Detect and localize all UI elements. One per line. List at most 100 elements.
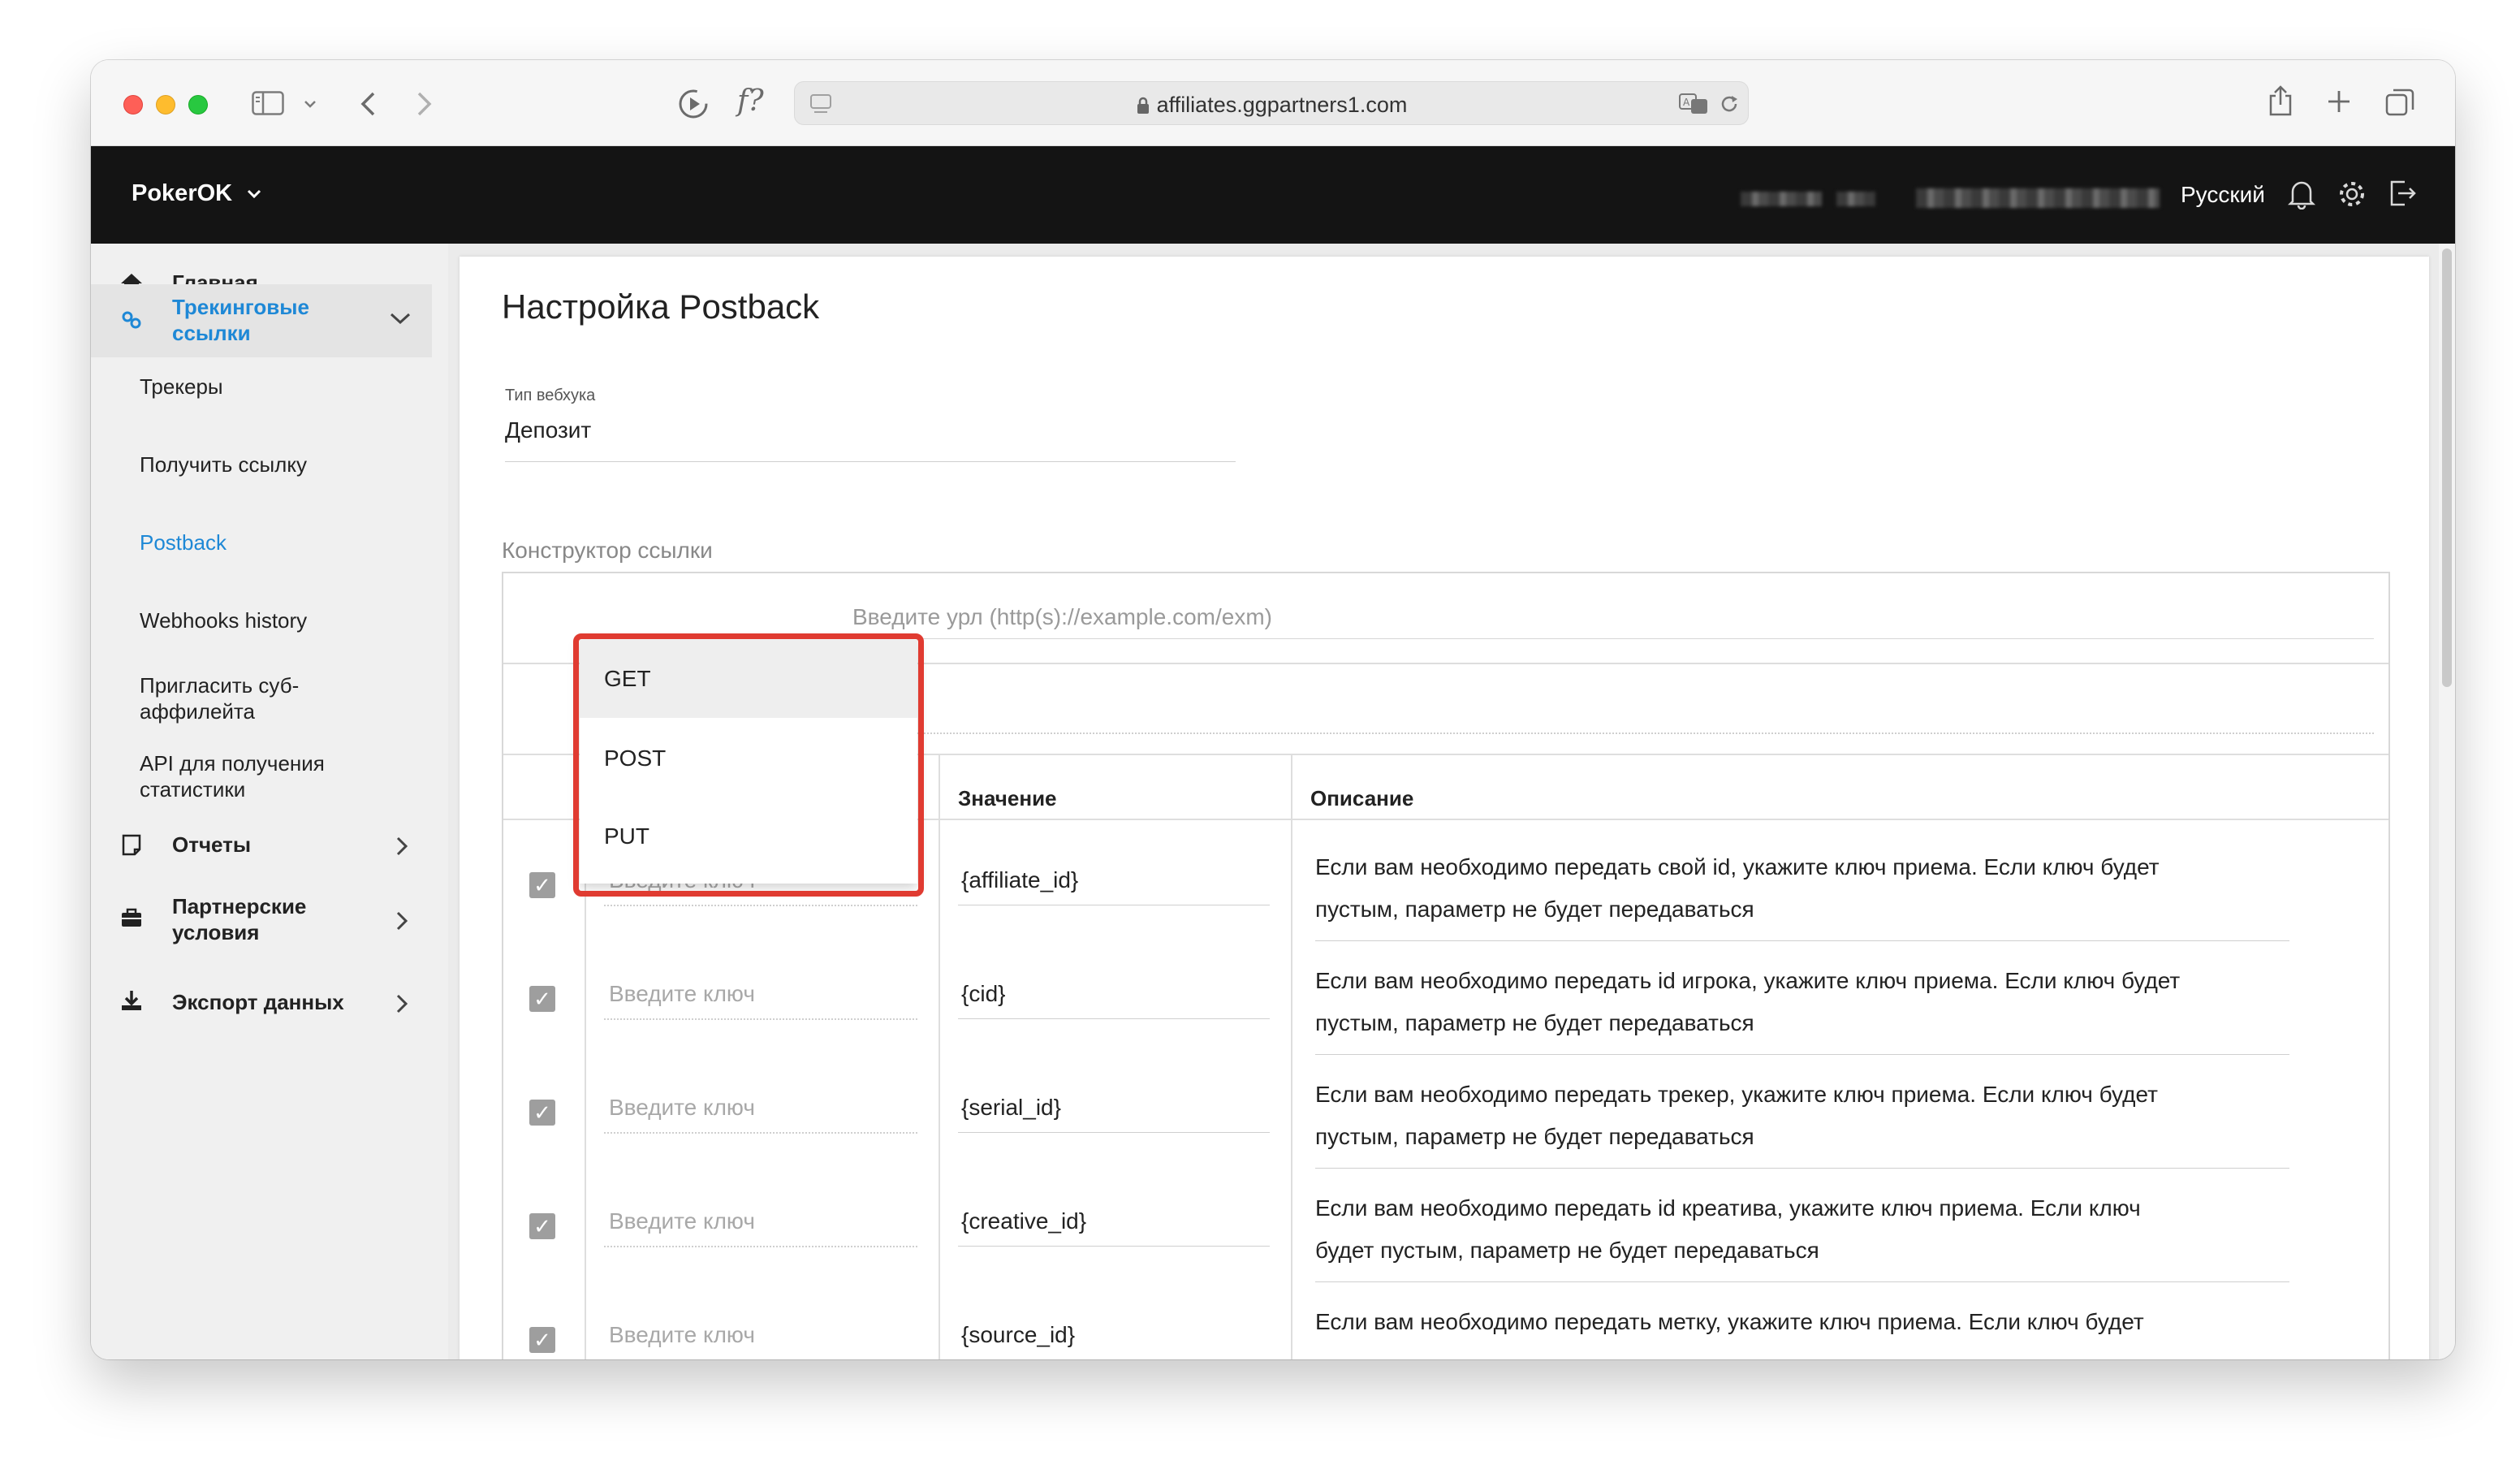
sidebar-subitem-get-link[interactable]: Получить ссылку (140, 452, 408, 478)
key-input-underline (604, 1246, 917, 1247)
param-description: Если вам необходимо передать метку, укаж… (1315, 1309, 2144, 1334)
reader-play-icon[interactable] (677, 88, 710, 120)
sidebar-item-label: Трекинговые ссылки (172, 295, 309, 345)
description-underline (1315, 1168, 2289, 1169)
param-description: Если вам необходимо передать свой id, ук… (1315, 854, 2160, 922)
sidebar-subitem-webhooks-history[interactable]: Webhooks history (140, 607, 408, 633)
svg-text:A: A (1683, 97, 1690, 108)
chevron-right-icon (396, 994, 408, 1013)
param-checkbox[interactable]: ✓ (529, 1327, 555, 1353)
chevron-down-icon (390, 313, 411, 325)
sidebar: Главная Трекинговые ссылки Трекеры Получ… (91, 244, 448, 1359)
sidebar-item-reports[interactable]: Отчеты (91, 830, 432, 862)
param-value: {creative_id} (961, 1208, 1087, 1234)
key-input[interactable]: Введите ключ (609, 1208, 755, 1234)
close-window-button[interactable] (123, 95, 143, 115)
webhook-type-select[interactable]: Депозит (505, 417, 591, 443)
maximize-window-button[interactable] (188, 95, 208, 115)
redacted-balance (1916, 188, 2160, 208)
key-input[interactable]: Введите ключ (609, 981, 755, 1007)
back-icon[interactable] (359, 91, 377, 117)
params-preview-line (852, 732, 2374, 734)
key-input-underline (604, 905, 917, 906)
scrollbar-thumb[interactable] (2442, 248, 2452, 687)
browser-toolbar: f? affiliates.ggpartners1.com A (91, 60, 2455, 146)
description-underline (1315, 940, 2289, 941)
page-title: Настройка Postback (502, 287, 820, 326)
gear-icon[interactable] (2337, 179, 2367, 210)
column-header-description: Описание (1310, 786, 1414, 810)
sidebar-item-label: Партнерские условия (172, 894, 307, 944)
page-scrollbar[interactable] (2439, 244, 2455, 1359)
param-description: Если вам необходимо передать id креатива… (1315, 1195, 2141, 1263)
lock-icon (1137, 97, 1149, 114)
forward-icon[interactable] (416, 91, 434, 117)
sidebar-item-label: Экспорт данных (172, 990, 344, 1014)
key-input[interactable]: Введите ключ (609, 1322, 755, 1348)
briefcase-icon (122, 908, 141, 927)
sidebar-item-tracking-links[interactable]: Трекинговые ссылки (91, 294, 432, 351)
column-divider (939, 755, 940, 1359)
column-divider (1291, 755, 1292, 1359)
column-header-value: Значение (958, 786, 1057, 810)
document-icon (122, 834, 141, 856)
brand-switcher[interactable]: PokerOK (132, 180, 261, 207)
key-input-underline (604, 1132, 917, 1134)
redacted-id (1836, 192, 1875, 206)
key-input[interactable]: Введите ключ (609, 1095, 755, 1121)
webhook-type-underline (505, 461, 1236, 462)
constructor-label: Конструктор ссылки (502, 538, 713, 563)
sidebar-subitem-invite-sub-affiliate[interactable]: Пригласить суб-аффилейта (140, 672, 351, 724)
param-checkbox[interactable]: ✓ (529, 872, 555, 898)
logout-icon[interactable] (2388, 179, 2418, 208)
address-bar[interactable]: affiliates.ggpartners1.com A (794, 81, 1749, 125)
value-underline (958, 1132, 1270, 1133)
chevron-right-icon (396, 911, 408, 931)
sidebar-subitem-stats-api[interactable]: API для получения статистики (140, 750, 367, 802)
param-checkbox[interactable]: ✓ (529, 1213, 555, 1239)
chevron-right-icon (396, 836, 408, 856)
value-underline (958, 1246, 1270, 1247)
param-value: {affiliate_id} (961, 867, 1079, 892)
sidebar-subitem-trackers[interactable]: Трекеры (140, 374, 408, 400)
url-text: affiliates.ggpartners1.com (1156, 93, 1408, 117)
minimize-window-button[interactable] (156, 95, 175, 115)
description-underline (1315, 1054, 2289, 1055)
description-underline (1315, 1281, 2289, 1282)
brand-name: PokerOK (132, 180, 233, 206)
param-value: {source_id} (961, 1322, 1076, 1347)
sidebar-toggle-icon[interactable] (252, 91, 284, 115)
value-underline (958, 1018, 1270, 1019)
param-checkbox[interactable]: ✓ (529, 986, 555, 1012)
new-tab-icon[interactable] (2327, 89, 2351, 114)
chevron-down-icon[interactable] (304, 99, 317, 109)
param-value: {cid} (961, 981, 1006, 1006)
reload-icon[interactable] (1719, 93, 1740, 115)
download-icon (122, 991, 141, 1010)
translate-icon[interactable]: A (1678, 93, 1711, 115)
function-icon[interactable]: f? (737, 84, 764, 118)
bell-icon[interactable] (2288, 179, 2315, 210)
chevron-down-icon (248, 189, 261, 199)
language-selector[interactable]: Русский (2181, 182, 2265, 208)
param-value: {serial_id} (961, 1095, 1061, 1120)
param-description: Если вам необходимо передать трекер, ука… (1315, 1082, 2158, 1149)
annotation-highlight-box (573, 633, 924, 897)
link-icon (122, 311, 141, 329)
sidebar-item-partner-terms[interactable]: Партнерские условия (91, 893, 432, 950)
address-text: affiliates.ggpartners1.com (795, 93, 1748, 118)
param-description: Если вам необходимо передать id игрока, … (1315, 968, 2181, 1035)
url-input-underline (852, 638, 2374, 639)
share-icon[interactable] (2267, 84, 2294, 117)
sidebar-subitem-postback[interactable]: Postback (140, 529, 408, 555)
key-input-underline (604, 1018, 917, 1020)
sidebar-item-data-export[interactable]: Экспорт данных (91, 987, 432, 1020)
sidebar-item-label: Отчеты (172, 832, 252, 857)
redacted-username (1741, 192, 1822, 206)
url-input[interactable]: Введите урл (http(s)://example.com/exm) (852, 604, 1272, 630)
webhook-type-label: Тип вебхука (505, 387, 596, 404)
param-checkbox[interactable]: ✓ (529, 1100, 555, 1126)
tab-overview-icon[interactable] (2385, 88, 2414, 117)
browser-window: f? affiliates.ggpartners1.com A PokerOK … (91, 60, 2455, 1359)
app-header: PokerOK Русский (91, 146, 2455, 244)
